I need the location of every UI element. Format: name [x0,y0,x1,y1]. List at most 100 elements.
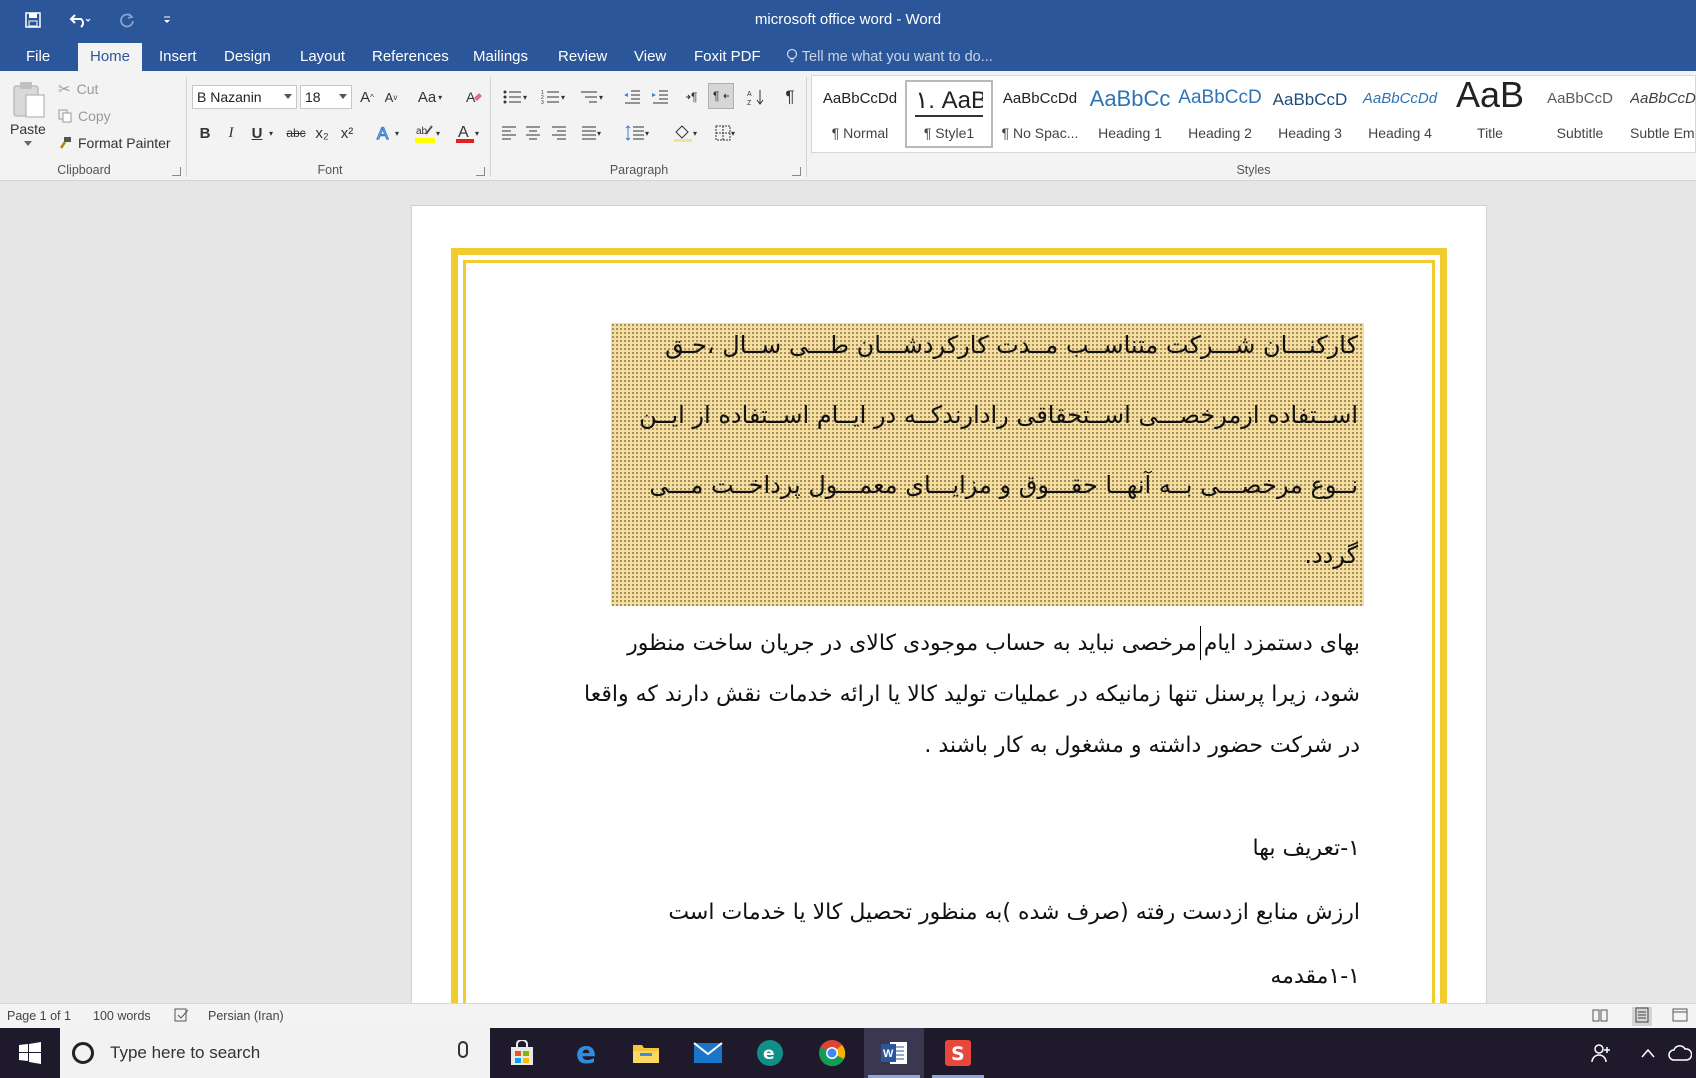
text-effects-button[interactable]: A ▾ [372,121,402,145]
start-button[interactable] [0,1028,60,1078]
word-app[interactable]: W [864,1028,924,1078]
rtl-direction-button[interactable]: ¶ [708,83,734,109]
clear-formatting-button[interactable]: A [462,85,486,109]
subscript-button[interactable]: x₂ [312,121,332,145]
grow-font-button[interactable]: A ^ [358,85,376,109]
onedrive-button[interactable] [1664,1028,1696,1078]
style-heading-3[interactable]: AaBbCcD Heading 3 [1266,80,1354,148]
style-style1[interactable]: ۱. AaB ¶ Style1 [905,80,993,148]
clipboard-launcher[interactable] [172,167,181,176]
web-layout-icon[interactable] [1672,1008,1688,1025]
document-page[interactable]: کارکنـــان شـــرکت متناســب مــدت کارکرد… [411,205,1487,1003]
align-right-button[interactable] [548,121,570,145]
eset-app[interactable]: e [740,1028,800,1078]
tab-design[interactable]: Design [212,43,283,71]
group-divider [806,77,807,177]
read-mode-icon[interactable] [1592,1008,1608,1025]
justify-button[interactable]: ▾ [574,121,608,145]
italic-button[interactable]: I [222,121,240,145]
align-center-button[interactable] [522,121,544,145]
chrome-app[interactable] [802,1028,862,1078]
paragraph-launcher[interactable] [792,167,801,176]
style-name: Heading 3 [1278,125,1342,141]
tell-me-box[interactable]: Tell me what you want to do... [786,43,993,71]
cut-button[interactable]: ✂ Cut [58,80,98,98]
bullets-button[interactable]: ▾ [498,85,532,109]
sort-button[interactable]: AZ [744,85,768,109]
borders-button[interactable]: ▾ [708,121,742,145]
style-heading-1[interactable]: AaBbCc Heading 1 [1086,80,1174,148]
underline-button[interactable]: U [248,121,266,145]
bold-button[interactable]: B [196,121,214,145]
microphone-icon[interactable] [458,1041,468,1058]
highlight-color-button[interactable]: ab ▾ [410,121,444,145]
tab-view[interactable]: View [622,43,678,71]
superscript-button[interactable]: x² [337,121,357,145]
tab-insert[interactable]: Insert [147,43,209,71]
clipboard-group-label: Clipboard [57,163,111,177]
style-preview: AaBbCcDd [1362,90,1438,107]
copy-button[interactable]: Copy [58,108,111,124]
ltr-direction-button[interactable]: ¶ [682,85,706,109]
tab-review[interactable]: Review [546,43,619,71]
tab-references[interactable]: References [360,43,461,71]
change-case-button[interactable]: Aa ▾ [414,85,446,109]
shading-button[interactable]: ▾ [668,121,702,145]
proofing-icon[interactable] [174,1007,190,1026]
people-button[interactable] [1574,1028,1630,1078]
numbering-button[interactable]: 1 2 3 ▾ [536,85,570,109]
mail-app[interactable] [678,1028,738,1078]
show-hidden-icons-button[interactable] [1630,1028,1666,1078]
ribbon: Paste ✂ Cut Copy Format Painter Clipboar… [0,71,1696,181]
mail-icon [693,1042,723,1063]
tab-mailings[interactable]: Mailings [461,43,540,71]
style-heading-2[interactable]: AaBbCcD Heading 2 [1176,80,1264,148]
style-name: Title [1477,125,1503,141]
increase-indent-button[interactable] [648,85,672,109]
style-normal[interactable]: AaBbCcDd ¶ Normal [816,80,904,148]
cut-label: Cut [76,81,99,97]
copy-icon [58,109,72,123]
font-name-value: B Nazanin [197,89,262,105]
style-no-spacing[interactable]: AaBbCcDd ¶ No Spac... [996,80,1084,148]
store-app[interactable] [492,1028,552,1078]
heading-definition: ۱-تعریف بها [1252,836,1361,861]
tab-home[interactable]: Home [78,43,143,71]
borders-icon [715,125,731,141]
font-color-button[interactable]: A ▾ [450,121,484,145]
svg-text:A: A [747,91,752,98]
format-painter-button[interactable]: Format Painter [58,135,171,151]
underline-dropdown[interactable]: ▾ [266,121,276,145]
line-spacing-button[interactable]: ▾ [620,121,654,145]
show-formatting-button[interactable]: ¶ [778,85,802,109]
font-name-dropdown[interactable]: B Nazanin [192,85,297,109]
group-divider [186,77,187,177]
tab-foxit-pdf[interactable]: Foxit PDF [682,43,773,71]
tab-file[interactable]: File [14,43,62,71]
page-count[interactable]: Page 1 of 1 [7,1009,71,1023]
decrease-indent-button[interactable] [620,85,644,109]
word-count[interactable]: 100 words [93,1009,151,1023]
snagit-app[interactable]: S [928,1028,988,1078]
grow-font-icon: A [360,88,371,106]
style-subtle-emphasis[interactable]: AaBbCcDd Subtle Em [1626,80,1696,148]
shaded-paragraph[interactable]: کارکنـــان شـــرکت متناســب مــدت کارکرد… [611,323,1364,606]
style-subtitle[interactable]: AaBbCcD Subtitle [1536,80,1624,148]
style-preview: AaBbCcDd [1630,90,1696,107]
align-left-button[interactable] [498,121,520,145]
edge-app[interactable]: e [556,1028,616,1078]
style-heading-4[interactable]: AaBbCcDd Heading 4 [1356,80,1444,148]
strikethrough-button[interactable]: abc [283,121,309,145]
language-indicator[interactable]: Persian (Iran) [208,1009,284,1023]
multilevel-list-button[interactable]: ▾ [574,85,608,109]
font-launcher[interactable] [476,167,485,176]
document-area[interactable]: کارکنـــان شـــرکت متناســب مــدت کارکرد… [0,181,1696,1003]
tab-layout[interactable]: Layout [288,43,357,71]
group-divider [490,77,491,177]
style-title[interactable]: AaB Title [1446,74,1534,148]
taskbar-search[interactable]: Type here to search [60,1028,490,1078]
shrink-font-button[interactable]: Av [382,85,400,109]
font-size-dropdown[interactable]: 18 [300,85,352,109]
file-explorer-app[interactable] [616,1028,676,1078]
print-layout-icon[interactable] [1632,1007,1652,1026]
